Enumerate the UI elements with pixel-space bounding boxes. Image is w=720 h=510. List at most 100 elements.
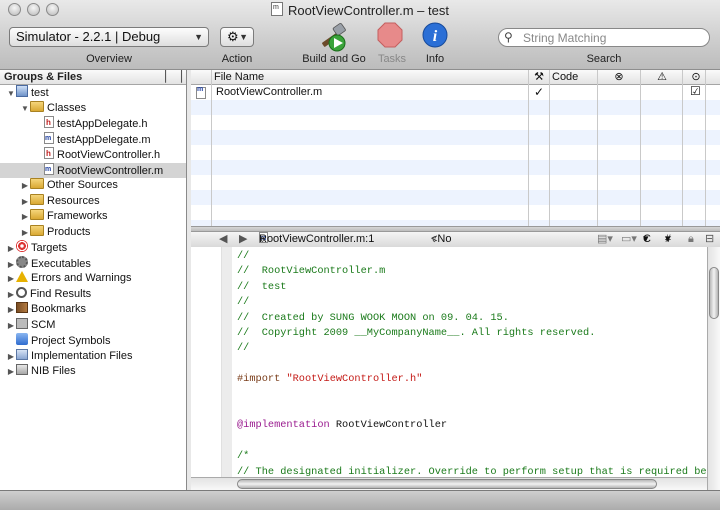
sidebar-item[interactable]: ▶ Products (0, 224, 186, 241)
disclosure-closed-icon[interactable]: ▶ (6, 271, 16, 287)
target-checkbox[interactable]: ☑ (690, 84, 701, 98)
sidebar-item-label: Implementation Files (31, 349, 133, 362)
sidebar-item[interactable]: ▶ Other Sources (0, 178, 186, 194)
sidebar-item[interactable]: testAppDelegate.h (0, 115, 186, 132)
breakpoints-popup-icon[interactable]: ▭▾ (621, 232, 637, 247)
file-type-column-header[interactable] (193, 70, 211, 84)
code-line[interactable]: @implementation RootViewController (237, 418, 707, 433)
disclosure-closed-icon[interactable]: ▶ (20, 178, 30, 194)
code-line[interactable]: // Created by SUNG WOOK MOON on 09. 04. … (237, 311, 707, 326)
bookmarks-popup-icon[interactable]: ▤▾ (597, 232, 613, 247)
code-line[interactable]: /* (237, 449, 707, 464)
disclosure-closed-icon[interactable]: ▶ (6, 364, 16, 380)
action-popup[interactable]: ⚙ ▼ (220, 27, 254, 47)
code-line[interactable]: // (237, 341, 707, 356)
vertical-scroll-thumb[interactable] (709, 267, 719, 319)
sidebar-item-label: Bookmarks (31, 303, 87, 315)
code-column-header[interactable]: Code (552, 70, 578, 84)
sidebar-item[interactable]: ▶ SCM (0, 317, 186, 334)
lock-icon[interactable]: 🔒︎ (688, 232, 694, 247)
code-token: /* (237, 450, 250, 463)
sidebar-item[interactable]: ▶ Implementation Files (0, 348, 186, 365)
sidebar-item[interactable]: ▶ Executables (0, 255, 186, 273)
language-popup[interactable]: C ▾ (643, 232, 651, 247)
editor-vertical-scrollbar[interactable] (707, 247, 720, 490)
folder-icon (30, 209, 44, 220)
sidebar-item[interactable]: ▶ Targets (0, 240, 186, 256)
disclosure-closed-icon[interactable]: ▶ (6, 318, 16, 334)
code-token: RootViewController (329, 419, 448, 432)
warnings-column-icon[interactable]: ⚠ (654, 70, 670, 84)
disclosure-closed-icon[interactable]: ▶ (6, 241, 16, 257)
code-line[interactable] (237, 388, 707, 403)
split-editor-icon[interactable]: ⊟ (705, 232, 714, 247)
svg-text:i: i (433, 28, 438, 45)
sidebar-item-label: Find Results (30, 287, 92, 300)
line-gutter[interactable] (191, 247, 222, 490)
stop-sign-icon (377, 22, 403, 48)
groups-and-files-pane: Groups & Files ▏▕ ▼test▼ClassestestAppDe… (0, 70, 187, 490)
errors-column-icon[interactable]: ⊗ (611, 70, 627, 84)
code-token: #import (237, 373, 287, 386)
source-file-icon (196, 86, 206, 99)
code-line[interactable]: #import "RootViewController.h" (237, 372, 707, 387)
window-title-text: RootViewController.m – test (288, 3, 449, 18)
search-field[interactable]: ⚲ String Matching (498, 28, 710, 47)
groups-tree: ▼test▼ClassestestAppDelegate.htestAppDel… (0, 85, 186, 380)
code-line[interactable] (237, 357, 707, 372)
code-line[interactable] (237, 434, 707, 449)
file-name-column-header[interactable]: File Name (214, 70, 264, 84)
sidebar-item[interactable]: ▶ Frameworks (0, 209, 186, 225)
code-line[interactable]: // test (237, 280, 707, 295)
sidebar-item[interactable]: ▶ Bookmarks (0, 302, 186, 318)
disclosure-closed-icon[interactable]: ▶ (20, 209, 30, 225)
sidebar-item[interactable]: RootViewController.m (0, 162, 186, 178)
code-line[interactable]: // (237, 249, 707, 264)
editor-horizontal-scrollbar[interactable] (191, 477, 707, 490)
built-column-hammer-icon[interactable]: ⚒ (529, 70, 549, 84)
disclosure-closed-icon[interactable]: ▶ (6, 349, 16, 365)
target-column-icon[interactable]: ⊙ (688, 70, 704, 84)
magnifier-icon (16, 286, 27, 298)
code-line[interactable]: // Copyright 2009 __MyCompanyName__. All… (237, 326, 707, 341)
horizontal-scroll-thumb[interactable] (237, 479, 657, 489)
sidebar-item[interactable]: ▶ Errors and Warnings (0, 271, 186, 287)
sidebar-item[interactable]: ▼ test (0, 85, 186, 101)
code-line[interactable] (237, 403, 707, 418)
disclosure-closed-icon[interactable]: ▶ (6, 302, 16, 318)
info-button[interactable]: i (421, 22, 449, 52)
source-code-text[interactable]: // // RootViewController.m // test // // Cre… (237, 249, 707, 490)
code-line[interactable]: // (237, 295, 707, 310)
build-and-go-label: Build and Go (302, 53, 366, 65)
disclosure-closed-icon[interactable]: ▶ (6, 257, 16, 273)
include-popup[interactable]: # ▾ (665, 232, 671, 247)
groups-and-files-header: Groups & Files ▏▕ (0, 70, 186, 85)
split-view-icon[interactable]: ▏▕ (165, 70, 182, 84)
sidebar-item[interactable]: ▶ NIB Files (0, 364, 186, 380)
sidebar-item-label: NIB Files (31, 365, 76, 377)
source-code-editor[interactable]: // // RootViewController.m // test // // Cre… (191, 247, 707, 490)
disclosure-open-icon[interactable]: ▼ (20, 101, 30, 117)
sidebar-item[interactable]: RootViewController.h (0, 146, 186, 163)
sidebar-item[interactable]: testAppDelegate.m (0, 131, 186, 148)
info-icon: i (422, 22, 448, 48)
disclosure-closed-icon[interactable]: ▶ (6, 287, 16, 303)
active-scheme-popup[interactable]: Simulator - 2.2.1 | Debug ▼ (9, 27, 209, 47)
sidebar-item-label: Products (47, 225, 91, 238)
action-label: Action (221, 53, 253, 65)
build-and-go-button[interactable] (312, 22, 354, 52)
disclosure-closed-icon[interactable]: ▶ (20, 194, 30, 210)
sidebar-item[interactable]: ▶ Resources (0, 193, 186, 210)
tasks-button[interactable] (376, 22, 404, 52)
back-arrow-icon[interactable]: ◀ (219, 232, 227, 247)
header-file-icon (44, 115, 54, 131)
code-token: // RootViewController.m (237, 265, 386, 278)
disclosure-closed-icon[interactable]: ▶ (20, 225, 30, 241)
sidebar-item[interactable]: Project Symbols (0, 333, 186, 349)
sidebar-item[interactable]: ▼ Classes (0, 100, 186, 117)
sidebar-item[interactable]: ▶ Find Results (0, 286, 186, 303)
code-folding-ribbon[interactable] (222, 247, 232, 490)
code-line[interactable]: // RootViewController.m (237, 264, 707, 279)
disclosure-open-icon[interactable]: ▼ (6, 86, 16, 102)
forward-arrow-icon[interactable]: ▶ (239, 232, 247, 247)
